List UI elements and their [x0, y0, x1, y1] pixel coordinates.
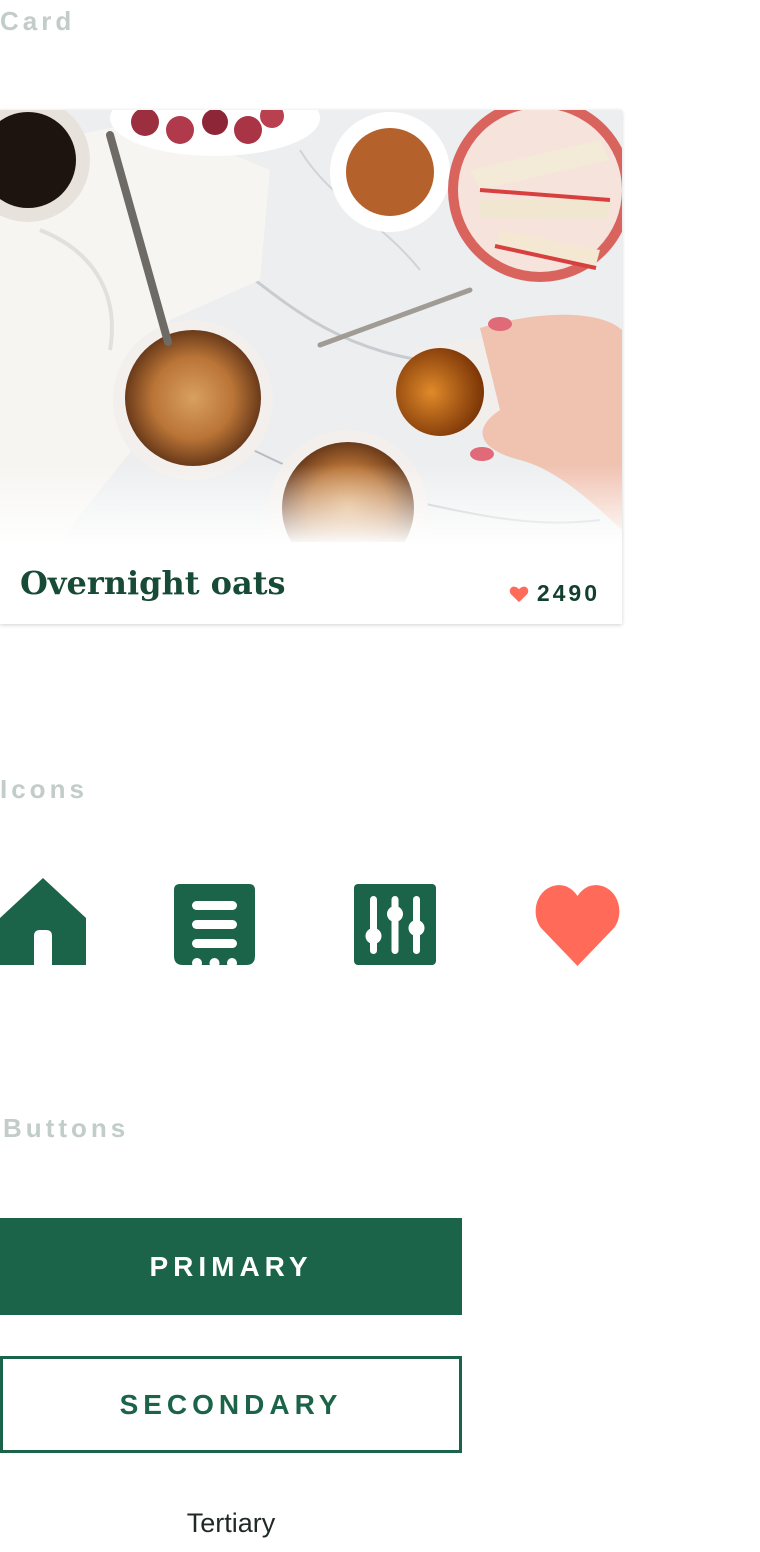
style-guide-page: Card Overnight oats 2490 Icons Buttons P… [0, 0, 760, 1552]
heart-icon[interactable] [509, 585, 529, 603]
sliders-icon[interactable] [354, 884, 436, 965]
list-icon[interactable] [174, 884, 255, 965]
card-footer: Overnight oats 2490 [0, 542, 622, 624]
recipe-photo [0, 110, 622, 542]
home-icon[interactable] [0, 878, 86, 965]
card-title[interactable]: Overnight oats [20, 564, 286, 602]
section-label-buttons: Buttons [3, 1113, 130, 1143]
primary-button[interactable]: PRIMARY [0, 1218, 462, 1315]
section-label-card: Card [0, 6, 76, 36]
like-count: 2490 [536, 580, 600, 606]
like-counter[interactable]: 2490 [509, 580, 600, 607]
recipe-card[interactable]: Overnight oats 2490 [0, 110, 622, 624]
secondary-button[interactable]: SECONDARY [0, 1356, 462, 1453]
tertiary-button[interactable]: Tertiary [0, 1508, 462, 1552]
section-label-icons: Icons [0, 774, 88, 804]
heart-icon-large[interactable] [534, 884, 621, 966]
